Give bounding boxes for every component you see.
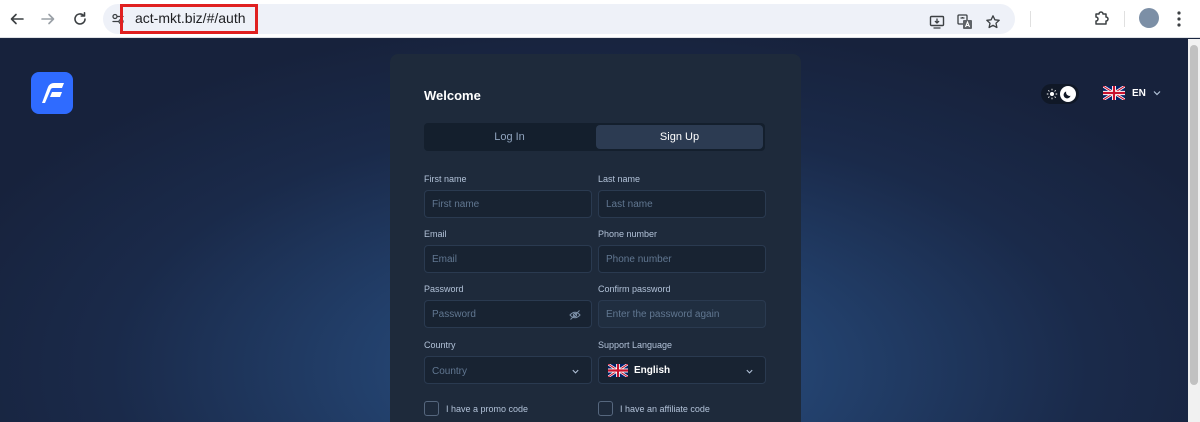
last-name-input[interactable] bbox=[599, 191, 765, 217]
password-label: Password bbox=[424, 284, 464, 294]
uk-flag-icon bbox=[1103, 86, 1125, 100]
sun-icon bbox=[1046, 88, 1058, 100]
phone-label: Phone number bbox=[598, 229, 658, 239]
uk-flag-icon bbox=[608, 364, 628, 377]
puzzle-icon bbox=[1095, 11, 1109, 25]
phone-input[interactable] bbox=[599, 246, 765, 272]
chevron-down-icon bbox=[746, 369, 753, 374]
promo-code-label: I have a promo code bbox=[446, 404, 529, 414]
forward-button[interactable] bbox=[36, 7, 60, 31]
first-name-input[interactable] bbox=[425, 191, 591, 217]
install-app-button[interactable] bbox=[928, 13, 946, 31]
support-language-label: Support Language bbox=[598, 340, 673, 350]
last-name-label: Last name bbox=[598, 174, 641, 184]
card-title: Welcome bbox=[424, 88, 481, 103]
country-label: Country bbox=[424, 340, 456, 350]
extensions-button[interactable] bbox=[1092, 8, 1112, 28]
chevron-down-icon bbox=[1153, 91, 1161, 96]
first-name-input-wrap bbox=[424, 190, 592, 218]
bookmark-button[interactable] bbox=[984, 13, 1002, 31]
arrow-left-icon bbox=[10, 13, 24, 25]
tab-signup[interactable]: Sign Up bbox=[596, 125, 763, 149]
country-select-value: Country bbox=[432, 366, 468, 377]
support-language-select[interactable]: English bbox=[598, 356, 766, 384]
chevron-down-icon bbox=[572, 369, 579, 374]
brand-logo[interactable] bbox=[31, 72, 73, 114]
promo-code-checkbox[interactable] bbox=[424, 401, 439, 416]
toolbar-divider bbox=[1030, 11, 1031, 27]
last-name-input-wrap bbox=[598, 190, 766, 218]
translate-icon bbox=[957, 14, 972, 29]
affiliate-code-checkbox[interactable] bbox=[598, 401, 613, 416]
password-input[interactable] bbox=[425, 301, 591, 327]
arrow-right-icon bbox=[41, 13, 55, 25]
confirm-password-input[interactable] bbox=[599, 301, 765, 327]
phone-input-wrap bbox=[598, 245, 766, 273]
kebab-menu-icon[interactable] bbox=[1172, 9, 1186, 29]
browser-toolbar: act-mkt.biz/#/auth bbox=[0, 0, 1200, 38]
page-scrollbar[interactable] bbox=[1188, 39, 1200, 422]
auth-tabs: Log In Sign Up bbox=[424, 123, 765, 151]
theme-toggle[interactable] bbox=[1041, 84, 1079, 104]
star-icon bbox=[986, 15, 1000, 29]
password-input-wrap bbox=[424, 300, 592, 328]
language-code: EN bbox=[1132, 87, 1146, 99]
affiliate-code-label: I have an affiliate code bbox=[620, 404, 710, 414]
toolbar-divider bbox=[1124, 11, 1125, 27]
first-name-label: First name bbox=[424, 174, 467, 184]
confirm-password-label: Confirm password bbox=[598, 284, 671, 294]
profile-avatar[interactable] bbox=[1139, 8, 1159, 28]
eye-off-icon[interactable] bbox=[569, 309, 581, 321]
language-switcher[interactable]: EN bbox=[1103, 85, 1162, 101]
back-button[interactable] bbox=[5, 7, 29, 31]
email-input-wrap bbox=[424, 245, 592, 273]
confirm-password-input-wrap bbox=[598, 300, 766, 328]
tab-login[interactable]: Log In bbox=[426, 125, 593, 149]
support-language-value: English bbox=[634, 365, 671, 376]
url-highlight-box bbox=[120, 4, 258, 34]
reload-icon bbox=[74, 12, 86, 25]
reload-button[interactable] bbox=[68, 7, 92, 31]
translate-button[interactable] bbox=[956, 13, 974, 31]
country-select[interactable]: Country bbox=[424, 356, 592, 384]
signup-card: Welcome Log In Sign Up First name Last n… bbox=[390, 54, 801, 422]
install-app-icon bbox=[929, 15, 945, 29]
brand-logo-icon bbox=[42, 83, 64, 103]
auth-page: EN Welcome Log In Sign Up First name Las… bbox=[0, 39, 1200, 422]
email-label: Email bbox=[424, 229, 447, 239]
scrollbar-thumb[interactable] bbox=[1190, 45, 1198, 385]
theme-toggle-knob bbox=[1060, 86, 1076, 102]
moon-icon bbox=[1063, 91, 1071, 99]
email-input[interactable] bbox=[425, 246, 591, 272]
